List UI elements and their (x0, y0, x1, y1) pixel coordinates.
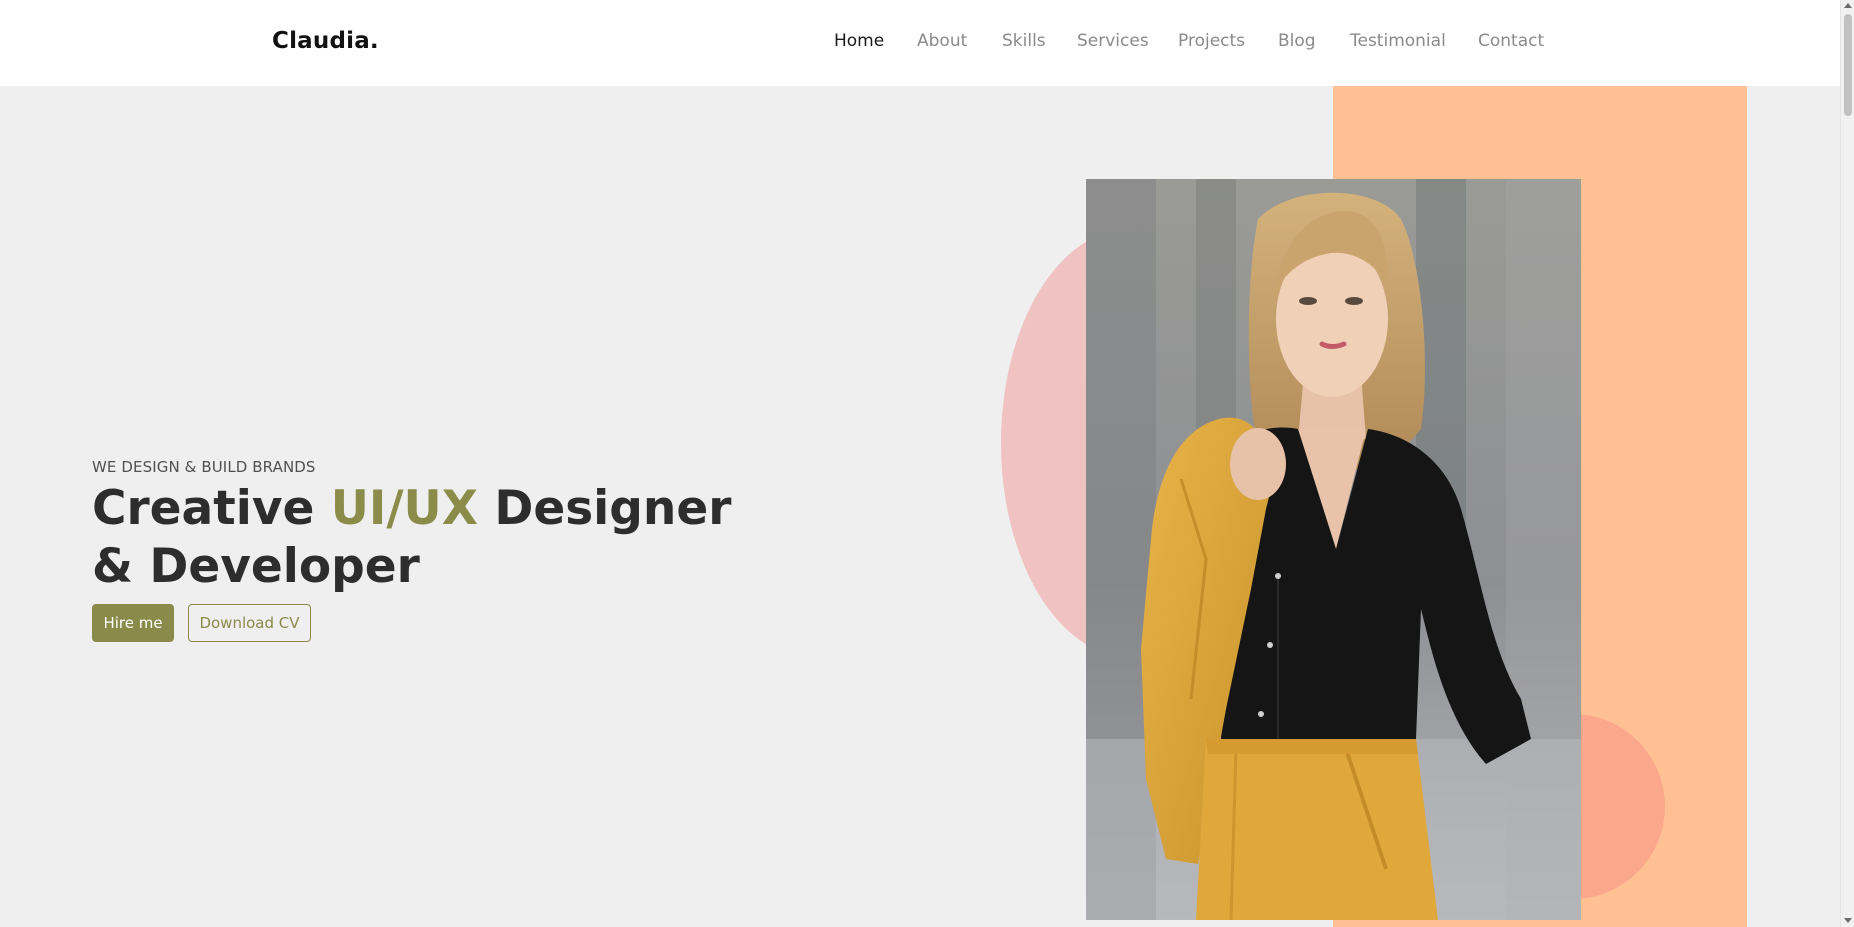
nav-item-services[interactable]: Services (1077, 31, 1149, 51)
hero-headline: Creative UI/UX Designer & Developer (92, 480, 732, 596)
scroll-up-icon[interactable] (1844, 3, 1852, 8)
portrait-photo-icon (1086, 179, 1581, 920)
scroll-down-icon[interactable] (1844, 918, 1852, 923)
top-navbar: Claudia. Home About Skills Services Proj… (0, 0, 1840, 86)
scroll-thumb[interactable] (1844, 14, 1852, 116)
nav-item-skills[interactable]: Skills (1002, 31, 1046, 51)
nav-item-about[interactable]: About (917, 31, 967, 51)
hero-portrait-photo (1086, 179, 1581, 920)
headline-text-start: Creative (92, 481, 331, 536)
hero-subtitle: WE DESIGN & BUILD BRANDS (92, 458, 316, 476)
nav-menu: Home About Skills Services Projects Blog… (0, 31, 1840, 55)
hero-section: WE DESIGN & BUILD BRANDS Creative UI/UX … (0, 86, 1840, 927)
hire-me-button[interactable]: Hire me (92, 604, 174, 642)
nav-item-projects[interactable]: Projects (1178, 31, 1245, 51)
download-cv-button[interactable]: Download CV (188, 604, 311, 642)
headline-accent: UI/UX (330, 481, 478, 536)
nav-item-blog[interactable]: Blog (1278, 31, 1316, 51)
nav-item-testimonial[interactable]: Testimonial (1350, 31, 1446, 51)
page-scrollbar[interactable] (1840, 0, 1854, 927)
nav-item-contact[interactable]: Contact (1478, 31, 1544, 51)
nav-item-home[interactable]: Home (834, 31, 884, 51)
